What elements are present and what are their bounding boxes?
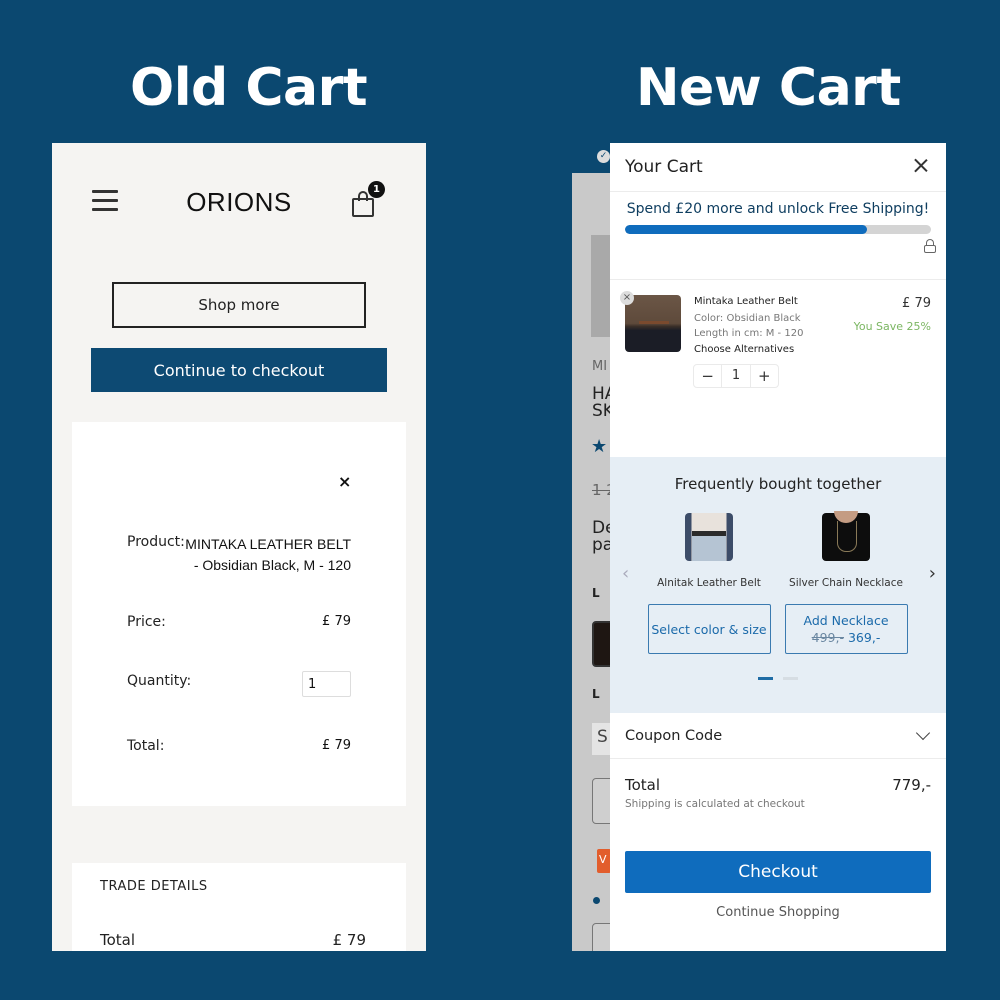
background-label: L bbox=[592, 586, 600, 600]
fbt-product-card: Alnitak Leather Belt Select color & size bbox=[643, 513, 775, 654]
carousel-dot[interactable] bbox=[783, 677, 798, 680]
new-cart-screen: ✓ MI HA SK ★ 1 2 De pa L L S V Your Cart… bbox=[572, 143, 946, 951]
continue-to-checkout-button[interactable]: Continue to checkout bbox=[91, 348, 387, 392]
item-color: Color: Obsidian Black bbox=[694, 313, 801, 324]
continue-shopping-link[interactable]: Continue Shopping bbox=[610, 905, 946, 920]
carousel-prev-icon[interactable]: ‹ bbox=[622, 563, 629, 584]
free-shipping-progress-bar bbox=[625, 225, 931, 234]
shipping-note: Shipping is calculated at checkout bbox=[625, 798, 805, 810]
product-value: MINTAKA LEATHER BELT - Obsidian Black, M… bbox=[185, 536, 351, 573]
trade-total-value: £ 79 bbox=[332, 931, 366, 949]
coupon-code-label: Coupon Code bbox=[625, 728, 723, 744]
free-shipping-message: Spend £20 more and unlock Free Shipping! bbox=[626, 201, 930, 217]
trade-details-title: TRADE DETAILS bbox=[100, 879, 208, 894]
item-name[interactable]: Mintaka Leather Belt bbox=[694, 296, 798, 307]
cart-line-item: × Mintaka Leather Belt Color: Obsidian B… bbox=[610, 280, 946, 457]
background-bullet bbox=[593, 897, 600, 904]
button-price: 499,- 369,- bbox=[812, 629, 881, 646]
trade-details-card: TRADE DETAILS Total £ 79 bbox=[72, 863, 406, 951]
check-circle-icon: ✓ bbox=[597, 150, 610, 163]
old-header: ORIONS 1 bbox=[52, 143, 426, 263]
carousel-next-icon[interactable]: › bbox=[929, 563, 936, 584]
coupon-code-toggle[interactable]: Coupon Code bbox=[610, 715, 946, 759]
progress-fill bbox=[625, 225, 867, 234]
background-badge: V bbox=[597, 849, 611, 873]
quantity-value[interactable]: 1 bbox=[721, 365, 751, 387]
price-label: Price: bbox=[127, 614, 166, 630]
total-label: Total bbox=[625, 776, 661, 794]
fbt-product-card: Silver Chain Necklace Add Necklace 499,-… bbox=[780, 511, 912, 654]
fbt-product-image[interactable] bbox=[685, 513, 733, 561]
fbt-product-name: Silver Chain Necklace bbox=[789, 577, 903, 589]
chevron-down-icon bbox=[915, 725, 931, 741]
savings-label: You Save 25% bbox=[853, 320, 931, 333]
decrease-quantity-button[interactable]: − bbox=[694, 365, 721, 387]
fbt-product-image[interactable] bbox=[822, 511, 870, 561]
background-label: L bbox=[592, 687, 600, 701]
quantity-stepper: − 1 + bbox=[693, 364, 779, 388]
price-value: £ 79 bbox=[322, 614, 351, 629]
new-price: 369,- bbox=[847, 630, 881, 645]
cart-count-badge: 1 bbox=[368, 181, 385, 198]
carousel-dot[interactable] bbox=[758, 677, 773, 680]
select-color-size-button[interactable]: Select color & size bbox=[647, 604, 771, 654]
cart-drawer: Your Cart Spend £20 more and unlock Free… bbox=[610, 143, 946, 951]
old-price: 499,- bbox=[811, 630, 844, 645]
remove-item-icon[interactable]: × bbox=[338, 472, 351, 491]
star-icon: ★ bbox=[591, 436, 608, 457]
choose-alternatives-link[interactable]: Choose Alternatives bbox=[694, 344, 794, 355]
lock-icon bbox=[924, 239, 936, 253]
item-length: Length in cm: M - 120 bbox=[694, 328, 804, 339]
product-thumbnail[interactable] bbox=[625, 295, 681, 352]
total-value: 779,- bbox=[892, 776, 931, 794]
background-brand: MI bbox=[592, 359, 608, 374]
frequently-bought-together: Frequently bought together ‹ Alnitak Lea… bbox=[610, 457, 946, 713]
new-cart-heading: New Cart bbox=[636, 58, 901, 118]
add-necklace-button[interactable]: Add Necklace 499,- 369,- bbox=[784, 604, 908, 654]
trade-total-label: Total bbox=[100, 931, 136, 949]
fbt-product-name: Alnitak Leather Belt bbox=[657, 577, 761, 589]
total-label: Total: bbox=[127, 738, 165, 754]
button-label: Select color & size bbox=[651, 621, 767, 637]
button-label: Add Necklace bbox=[803, 613, 889, 628]
carousel-pagination bbox=[758, 677, 798, 680]
fbt-title: Frequently bought together bbox=[674, 475, 882, 493]
cart-title: Your Cart bbox=[625, 157, 703, 177]
product-label: Product: bbox=[127, 534, 185, 550]
close-icon[interactable] bbox=[910, 155, 932, 177]
quantity-label: Quantity: bbox=[127, 673, 192, 689]
shop-more-button[interactable]: Shop more bbox=[112, 282, 366, 328]
total-value: £ 79 bbox=[322, 738, 351, 753]
remove-item-icon[interactable]: × bbox=[620, 291, 634, 305]
old-cart-heading: Old Cart bbox=[130, 58, 368, 118]
increase-quantity-button[interactable]: + bbox=[751, 365, 778, 387]
cart-drawer-header: Your Cart bbox=[610, 143, 946, 192]
quantity-input[interactable] bbox=[302, 671, 351, 697]
item-price: £ 79 bbox=[902, 296, 931, 311]
checkout-button[interactable]: Checkout bbox=[625, 851, 931, 893]
cart-item-card: × Product: MINTAKA LEATHER BELT - Obsidi… bbox=[72, 422, 406, 806]
old-cart-screen: ORIONS 1 Shop more Continue to checkout … bbox=[52, 143, 426, 951]
